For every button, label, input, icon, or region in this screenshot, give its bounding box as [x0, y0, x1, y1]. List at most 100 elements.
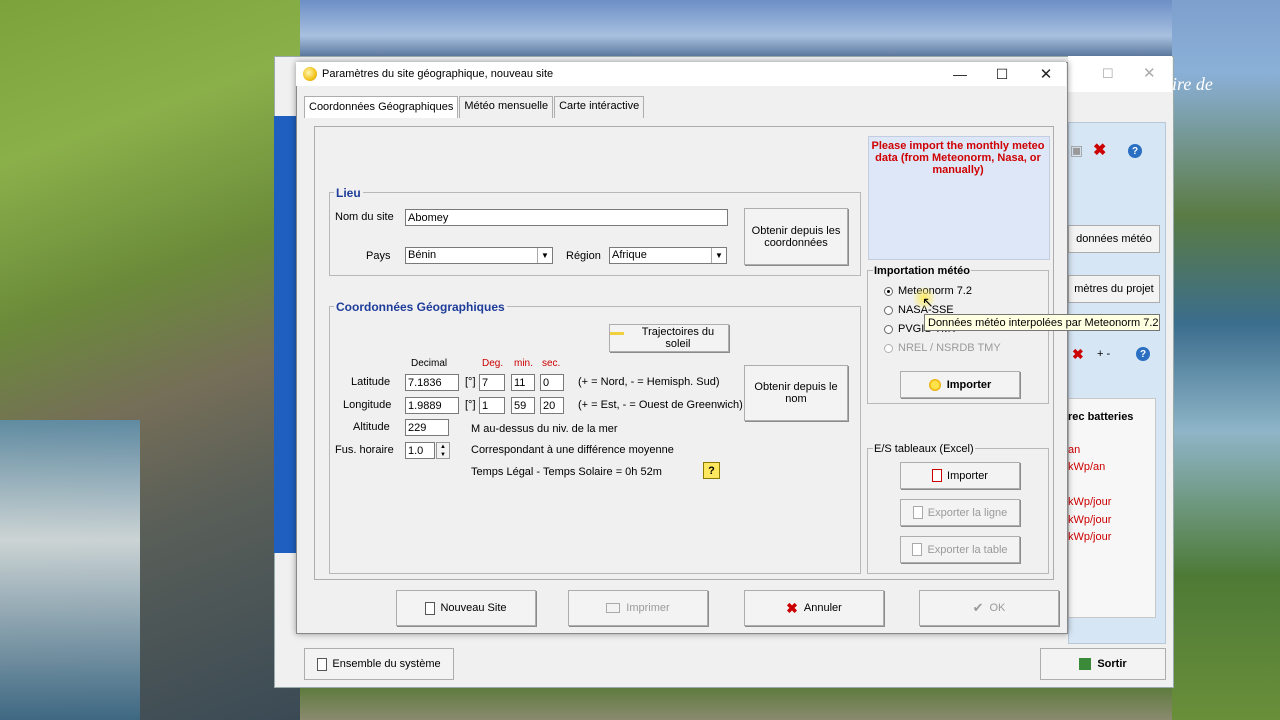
export-table-button-label: Exporter la table: [927, 543, 1008, 556]
latitude-label: Latitude: [351, 376, 391, 388]
cancel-button[interactable]: ✖ Annuler: [744, 590, 884, 626]
pvgis-radio[interactable]: [884, 325, 893, 334]
background-app-left-strip: [274, 116, 296, 553]
result-value: kWp/jour: [1068, 514, 1112, 526]
longitude-sec-input[interactable]: 20: [540, 397, 564, 414]
longitude-label: Longitude: [343, 399, 392, 411]
help-icon-2[interactable]: ?: [1136, 347, 1150, 361]
sun-path-icon: [610, 332, 624, 344]
longitude-deg-input[interactable]: 1: [479, 397, 505, 414]
result-value: kWp/jour: [1068, 531, 1112, 543]
country-select[interactable]: Bénin ▼: [405, 247, 553, 264]
nrel-label[interactable]: NREL / NSRDB TMY: [898, 342, 1001, 354]
sec-header: sec.: [542, 358, 561, 369]
sun-paths-button-label: Trajectoires du soleil: [641, 326, 715, 350]
from-coordinates-button[interactable]: Obtenir depuis les coordonnées: [744, 208, 848, 265]
system-icon: [317, 657, 328, 671]
excel-import-button[interactable]: Importer: [900, 462, 1020, 489]
new-document-icon: [425, 601, 436, 615]
save-icon[interactable]: ▣: [1070, 142, 1083, 159]
help-icon[interactable]: ?: [1128, 144, 1142, 158]
longitude-note: (+ = Est, - = Ouest de Greenwich): [578, 399, 743, 411]
latitude-min-input[interactable]: 11: [511, 374, 535, 391]
decimal-header: Decimal: [411, 358, 448, 369]
import-file-icon: [932, 469, 943, 482]
sun-paths-button[interactable]: Trajectoires du soleil: [609, 324, 729, 352]
nasa-radio[interactable]: [884, 306, 893, 315]
ok-button-label: OK: [989, 602, 1006, 614]
tab-interactive-map[interactable]: Carte intéractive: [554, 96, 645, 118]
longitude-decimal-input[interactable]: 1.9889: [405, 397, 459, 414]
new-site-button[interactable]: Nouveau Site: [396, 590, 536, 626]
dialog-tabs: Coordonnées Géographiques Météo mensuell…: [304, 96, 645, 118]
mouse-cursor-icon: ↖: [922, 294, 934, 310]
latitude-unit: [°]: [465, 376, 476, 388]
legal-solar-time: Temps Légal - Temps Solaire = 0h 52m: [471, 466, 662, 478]
meteonorm-radio[interactable]: [884, 287, 893, 296]
remove-icon[interactable]: ✖: [1072, 346, 1084, 363]
region-select-value: Afrique: [612, 249, 647, 261]
desktop-background-right: [1172, 0, 1280, 720]
system-button[interactable]: Ensemble du système: [304, 648, 454, 680]
export-table-button[interactable]: Exporter la table: [900, 536, 1020, 563]
tab-monthly-meteo[interactable]: Météo mensuelle: [459, 96, 554, 118]
altitude-input[interactable]: 229: [405, 419, 449, 436]
timezone-label: Fus. horaire: [335, 444, 394, 456]
coordinates-group: [329, 306, 861, 574]
nrel-radio[interactable]: [884, 344, 893, 353]
background-app-title: ire de: [1172, 74, 1213, 94]
longitude-unit: [°]: [465, 399, 476, 411]
site-name-input[interactable]: Abomey: [405, 209, 728, 226]
cancel-icon: ✖: [786, 599, 798, 616]
latitude-note: (+ = Nord, - = Hemisph. Sud): [578, 376, 720, 388]
minimize-icon[interactable]: —: [938, 62, 982, 86]
desktop-background-top: [300, 0, 1172, 60]
lieu-legend: Lieu: [334, 186, 363, 200]
close-icon[interactable]: ✕: [1024, 62, 1068, 86]
altitude-note: M au-dessus du niv. de la mer: [471, 423, 618, 435]
latitude-sec-input[interactable]: 0: [540, 374, 564, 391]
meteo-data-button[interactable]: données météo: [1068, 225, 1160, 253]
chevron-down-icon: ▼: [711, 248, 726, 263]
region-select[interactable]: Afrique ▼: [609, 247, 727, 264]
meteo-import-legend: Importation météo: [873, 265, 971, 277]
add-remove-control[interactable]: + -: [1097, 348, 1110, 360]
exit-icon: [1079, 658, 1092, 670]
coordinates-legend: Coordonnées Géographiques: [334, 300, 507, 314]
sun-icon: [928, 378, 941, 391]
tab-geographic-coordinates[interactable]: Coordonnées Géographiques: [304, 96, 459, 118]
maximize-icon[interactable]: ☐: [980, 62, 1024, 86]
latitude-deg-input[interactable]: 7: [479, 374, 505, 391]
print-button[interactable]: Imprimer: [568, 590, 708, 626]
ok-button[interactable]: ✔ OK: [919, 590, 1059, 626]
excel-import-button-label: Importer: [947, 469, 988, 482]
sun-app-icon: [303, 67, 317, 81]
from-name-button[interactable]: Obtenir depuis le nom: [744, 365, 848, 421]
background-app-titlebar: [1068, 56, 1172, 92]
help-icon[interactable]: ?: [703, 462, 720, 479]
print-button-label: Imprimer: [626, 602, 670, 614]
new-site-button-label: Nouveau Site: [440, 602, 507, 614]
project-params-button[interactable]: mètres du projet: [1068, 275, 1160, 303]
cancel-button-label: Annuler: [803, 602, 842, 614]
dialog-title: Paramètres du site géographique, nouveau…: [322, 68, 554, 80]
meteo-import-button[interactable]: Importer: [900, 371, 1020, 398]
delete-icon[interactable]: ✖: [1093, 140, 1106, 160]
export-row-button[interactable]: Exporter la ligne: [900, 499, 1020, 526]
printer-icon: [606, 603, 621, 613]
desktop-background-sea: [0, 420, 140, 720]
exit-button-label: Sortir: [1097, 658, 1127, 670]
longitude-min-input[interactable]: 59: [511, 397, 535, 414]
deg-header: Deg.: [482, 358, 504, 369]
export-file-icon: [912, 543, 923, 556]
latitude-decimal-input[interactable]: 7.1836: [405, 374, 459, 391]
site-name-label: Nom du site: [335, 211, 394, 223]
timezone-spinner[interactable]: ▲ ▼: [436, 442, 450, 459]
timezone-input[interactable]: 1.0: [405, 442, 435, 459]
exit-button[interactable]: Sortir: [1040, 648, 1166, 680]
excel-io-legend: E/S tableaux (Excel): [873, 443, 975, 455]
altitude-label: Altitude: [353, 421, 390, 433]
background-close-icon: ✕: [1143, 65, 1156, 82]
result-value: kWp/jour: [1068, 496, 1112, 508]
export-file-icon: [912, 506, 923, 519]
